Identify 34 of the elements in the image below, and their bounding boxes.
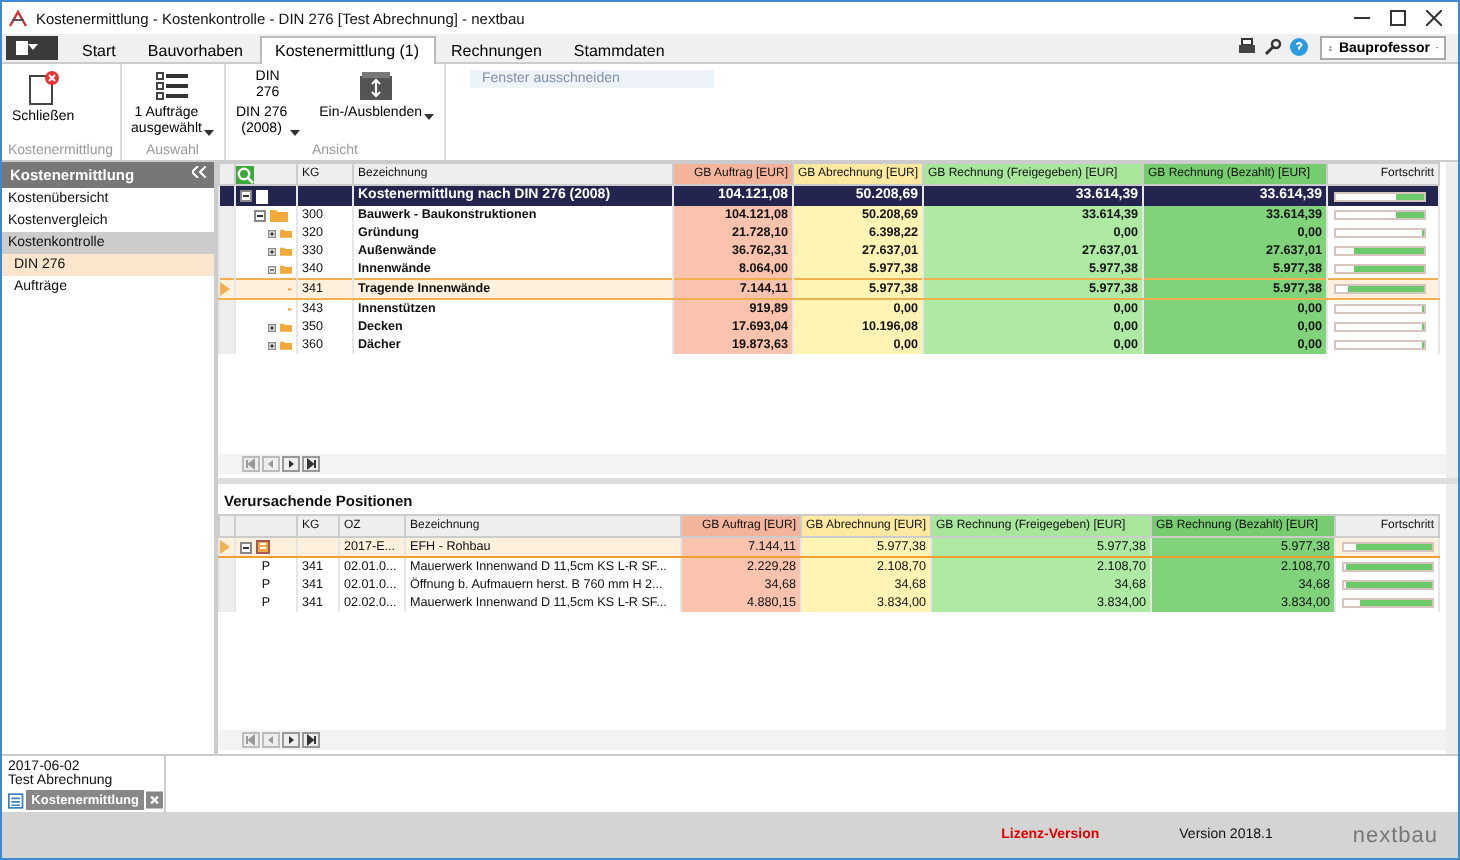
logo: nextbau: [1352, 823, 1438, 847]
first-page-icon[interactable]: [242, 456, 260, 472]
ribbon-tab[interactable]: Kostenermittlung (1): [259, 36, 436, 64]
expander-icon[interactable]: [268, 227, 276, 239]
checklist-icon: [156, 70, 189, 102]
last-page-icon[interactable]: [302, 456, 320, 472]
calculator-icon: [8, 791, 24, 809]
first-page-icon[interactable]: [242, 732, 260, 748]
file-menu-button[interactable]: [6, 36, 58, 60]
close-document-icon: [27, 70, 60, 106]
ribbon-tab[interactable]: Start: [66, 36, 132, 62]
expander-icon[interactable]: [240, 541, 252, 553]
document-icon: [256, 189, 268, 203]
maximize-icon[interactable]: [1390, 10, 1406, 26]
ribbon-tab[interactable]: Rechnungen: [435, 36, 558, 62]
expander-icon[interactable]: [240, 190, 252, 202]
expander-icon[interactable]: [268, 339, 276, 351]
wrench-icon[interactable]: [1264, 38, 1282, 56]
close-icon[interactable]: [1426, 10, 1442, 26]
app-icon: [8, 8, 28, 28]
collapse-icon[interactable]: [192, 166, 206, 178]
next-page-icon[interactable]: [282, 732, 300, 748]
next-page-icon[interactable]: [282, 456, 300, 472]
box-arrows-icon: [358, 70, 395, 102]
expander-icon[interactable]: [254, 209, 266, 221]
ribbon-tab[interactable]: Bauvorhaben: [131, 36, 259, 62]
last-page-icon[interactable]: [302, 732, 320, 748]
help-icon[interactable]: [1290, 38, 1308, 56]
expander-icon[interactable]: [268, 245, 276, 257]
expander-icon[interactable]: [268, 321, 276, 333]
order-icon: [256, 540, 270, 554]
print-icon[interactable]: [1238, 38, 1256, 56]
document-icon: [14, 40, 28, 56]
ribbon-tab[interactable]: Stammdaten: [557, 36, 681, 62]
